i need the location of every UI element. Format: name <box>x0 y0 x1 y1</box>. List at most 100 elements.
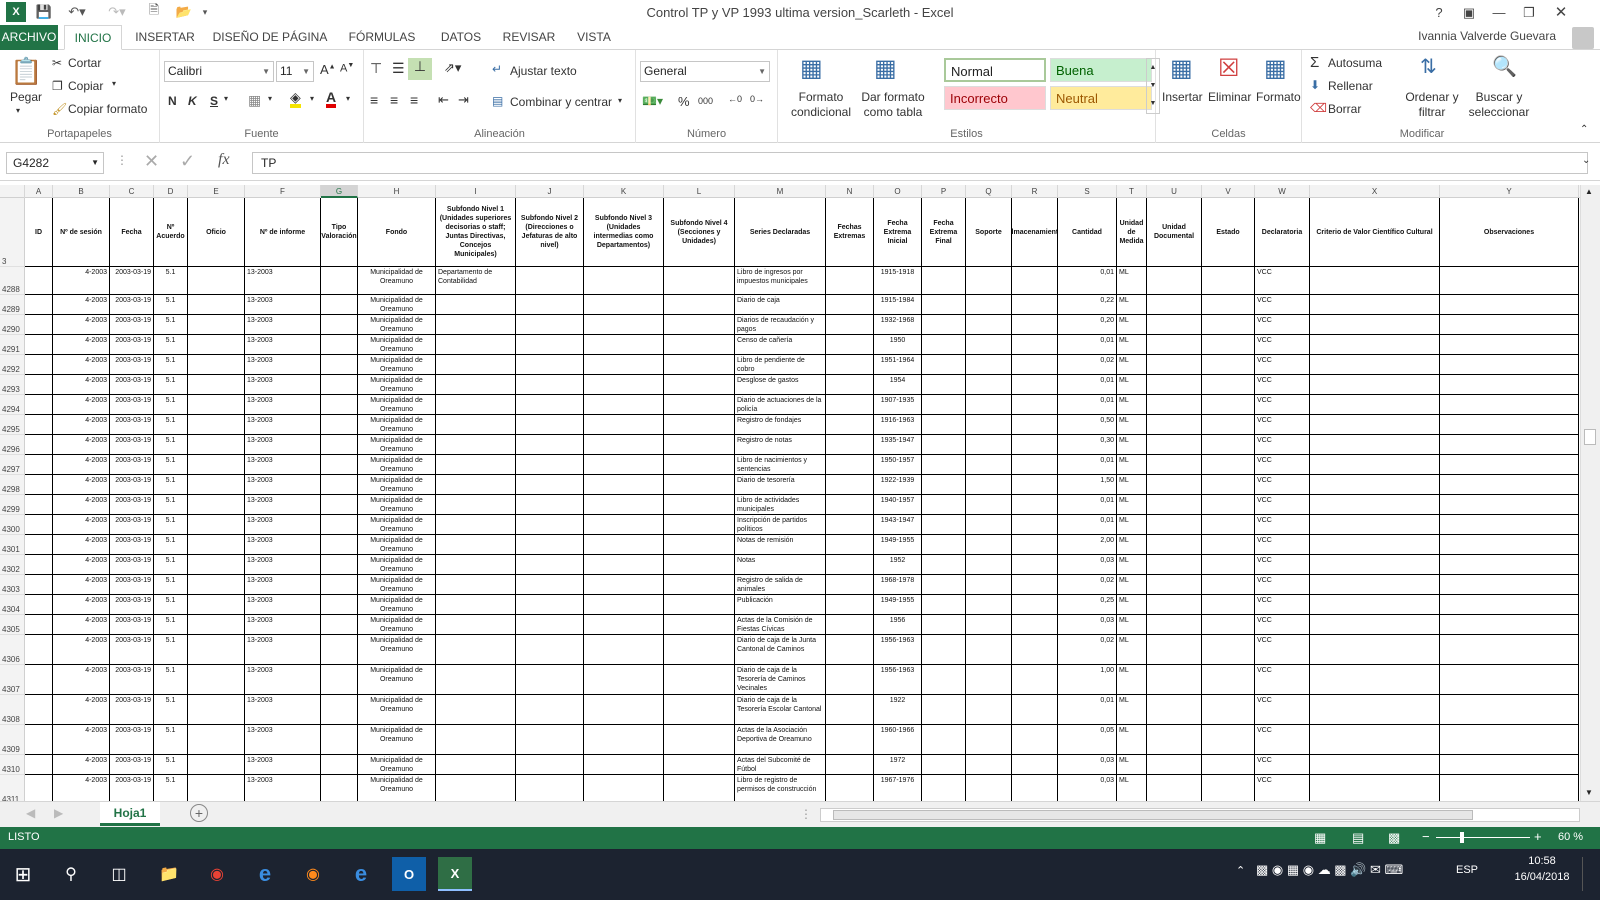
align-center-icon[interactable]: ≡ <box>390 92 398 108</box>
cell-informe[interactable]: 13-2003 <box>245 355 321 375</box>
cell-acuerdo[interactable]: 5.1 <box>154 415 188 435</box>
cell-acuerdo[interactable]: 5.1 <box>154 435 188 455</box>
cell[interactable] <box>1012 335 1058 355</box>
cell-cantidad[interactable]: 0,01 <box>1058 335 1117 355</box>
cell[interactable] <box>188 475 245 495</box>
row-header[interactable]: 4299 <box>0 495 25 515</box>
cell[interactable] <box>188 555 245 575</box>
cell[interactable] <box>922 295 966 315</box>
cell[interactable] <box>321 395 358 415</box>
cell-declaratoria[interactable]: VCC <box>1255 515 1310 535</box>
cell[interactable] <box>922 695 966 725</box>
cell[interactable] <box>1440 395 1579 415</box>
cell-fondo[interactable]: Municipalidad de Oreamuno <box>358 375 436 395</box>
cell-fondo[interactable]: Municipalidad de Oreamuno <box>358 725 436 755</box>
column-header-d[interactable]: D <box>154 185 188 198</box>
cell[interactable] <box>188 435 245 455</box>
cell[interactable] <box>664 295 735 315</box>
cell[interactable] <box>321 495 358 515</box>
cell-cantidad[interactable]: 0,03 <box>1058 615 1117 635</box>
cell-informe[interactable]: 13-2003 <box>245 435 321 455</box>
cell[interactable] <box>516 755 584 775</box>
cell[interactable] <box>826 415 874 435</box>
increase-decimal-icon[interactable]: ←0 <box>728 94 742 104</box>
column-header-k[interactable]: K <box>584 185 664 198</box>
cell-unidad-medida[interactable]: ML <box>1117 695 1147 725</box>
cell[interactable] <box>922 395 966 415</box>
cell-subfondo1[interactable] <box>436 725 516 755</box>
cell[interactable] <box>1012 595 1058 615</box>
cell-declaratoria[interactable]: VCC <box>1255 495 1310 515</box>
underline-dropdown-icon[interactable]: ▾ <box>224 94 228 103</box>
cell-fondo[interactable]: Municipalidad de Oreamuno <box>358 775 436 801</box>
cell[interactable] <box>664 775 735 801</box>
cell-fecha-inicial[interactable]: 1949-1955 <box>874 595 922 615</box>
cell-fecha[interactable]: 2003-03-19 <box>110 725 154 755</box>
cell-subfondo1[interactable]: Departamento de Contabilidad <box>436 267 516 295</box>
cell[interactable] <box>516 375 584 395</box>
cell-unidad-medida[interactable]: ML <box>1117 535 1147 555</box>
cell-fecha-inicial[interactable]: 1950 <box>874 335 922 355</box>
cell[interactable] <box>1147 435 1202 455</box>
cell-fondo[interactable]: Municipalidad de Oreamuno <box>358 455 436 475</box>
cell[interactable] <box>1440 535 1579 555</box>
language-indicator[interactable]: ESP <box>1456 864 1478 876</box>
cell-cantidad[interactable]: 0,22 <box>1058 295 1117 315</box>
cell[interactable] <box>584 665 664 695</box>
column-title[interactable]: Observaciones <box>1440 198 1579 267</box>
cell[interactable] <box>1310 295 1440 315</box>
cell[interactable] <box>584 615 664 635</box>
cell-informe[interactable]: 13-2003 <box>245 395 321 415</box>
align-left-icon[interactable]: ≡ <box>370 92 378 108</box>
row-header[interactable]: 4291 <box>0 335 25 355</box>
cell[interactable] <box>966 775 1012 801</box>
cell-subfondo1[interactable] <box>436 415 516 435</box>
cell-sesion[interactable]: 4-2003 <box>53 515 110 535</box>
column-header-b[interactable]: B <box>53 185 110 198</box>
page-layout-view-icon[interactable]: ▤ <box>1352 830 1364 846</box>
cell-unidad-medida[interactable]: ML <box>1117 555 1147 575</box>
align-bottom-icon[interactable]: ⊥ <box>408 58 432 80</box>
column-title[interactable]: Subfondo Nivel 3 (Unidades intermedias c… <box>584 198 664 267</box>
decrease-decimal-icon[interactable]: 0→ <box>750 94 764 104</box>
cell[interactable] <box>25 635 53 665</box>
cell-fondo[interactable]: Municipalidad de Oreamuno <box>358 267 436 295</box>
cell-fondo[interactable]: Municipalidad de Oreamuno <box>358 515 436 535</box>
cell[interactable] <box>321 455 358 475</box>
cell[interactable] <box>664 335 735 355</box>
column-title[interactable]: Nº de informe <box>245 198 321 267</box>
cell[interactable] <box>1147 755 1202 775</box>
cell-acuerdo[interactable]: 5.1 <box>154 725 188 755</box>
cell[interactable] <box>188 267 245 295</box>
percent-style-icon[interactable]: % <box>678 94 690 109</box>
cell-fondo[interactable]: Municipalidad de Oreamuno <box>358 355 436 375</box>
cell[interactable] <box>966 455 1012 475</box>
cell-serie[interactable]: Libro de pendiente de cobro <box>735 355 826 375</box>
cell-fecha[interactable]: 2003-03-19 <box>110 665 154 695</box>
cell[interactable] <box>1147 725 1202 755</box>
tray-app-icons[interactable]: ▩ ◉ ▦ ◉ ☁ ▩ 🔊 ✉ ⌨ <box>1256 862 1403 878</box>
cell-unidad-medida[interactable]: ML <box>1117 775 1147 801</box>
cell-serie[interactable]: Diarios de recaudación y pagos <box>735 315 826 335</box>
cell-fondo[interactable]: Municipalidad de Oreamuno <box>358 695 436 725</box>
cell-fecha[interactable]: 2003-03-19 <box>110 495 154 515</box>
cell[interactable] <box>1310 775 1440 801</box>
bold-icon[interactable]: N <box>168 94 177 108</box>
cell[interactable] <box>1012 395 1058 415</box>
cell[interactable] <box>584 575 664 595</box>
cell[interactable] <box>1310 755 1440 775</box>
column-header-t[interactable]: T <box>1117 185 1147 198</box>
cell[interactable] <box>922 495 966 515</box>
accounting-format-icon[interactable]: 💵▾ <box>642 94 663 108</box>
column-header-p[interactable]: P <box>922 185 966 198</box>
cell-cantidad[interactable]: 0,03 <box>1058 775 1117 801</box>
cell-cantidad[interactable]: 0,03 <box>1058 755 1117 775</box>
cell[interactable] <box>966 295 1012 315</box>
fill-color-dropdown-icon[interactable]: ▾ <box>310 94 314 103</box>
cell[interactable] <box>516 515 584 535</box>
cell[interactable] <box>966 665 1012 695</box>
column-header-a[interactable]: A <box>25 185 53 198</box>
cell[interactable] <box>664 695 735 725</box>
cell[interactable] <box>321 355 358 375</box>
next-sheet-icon[interactable]: ▶ <box>54 806 63 820</box>
